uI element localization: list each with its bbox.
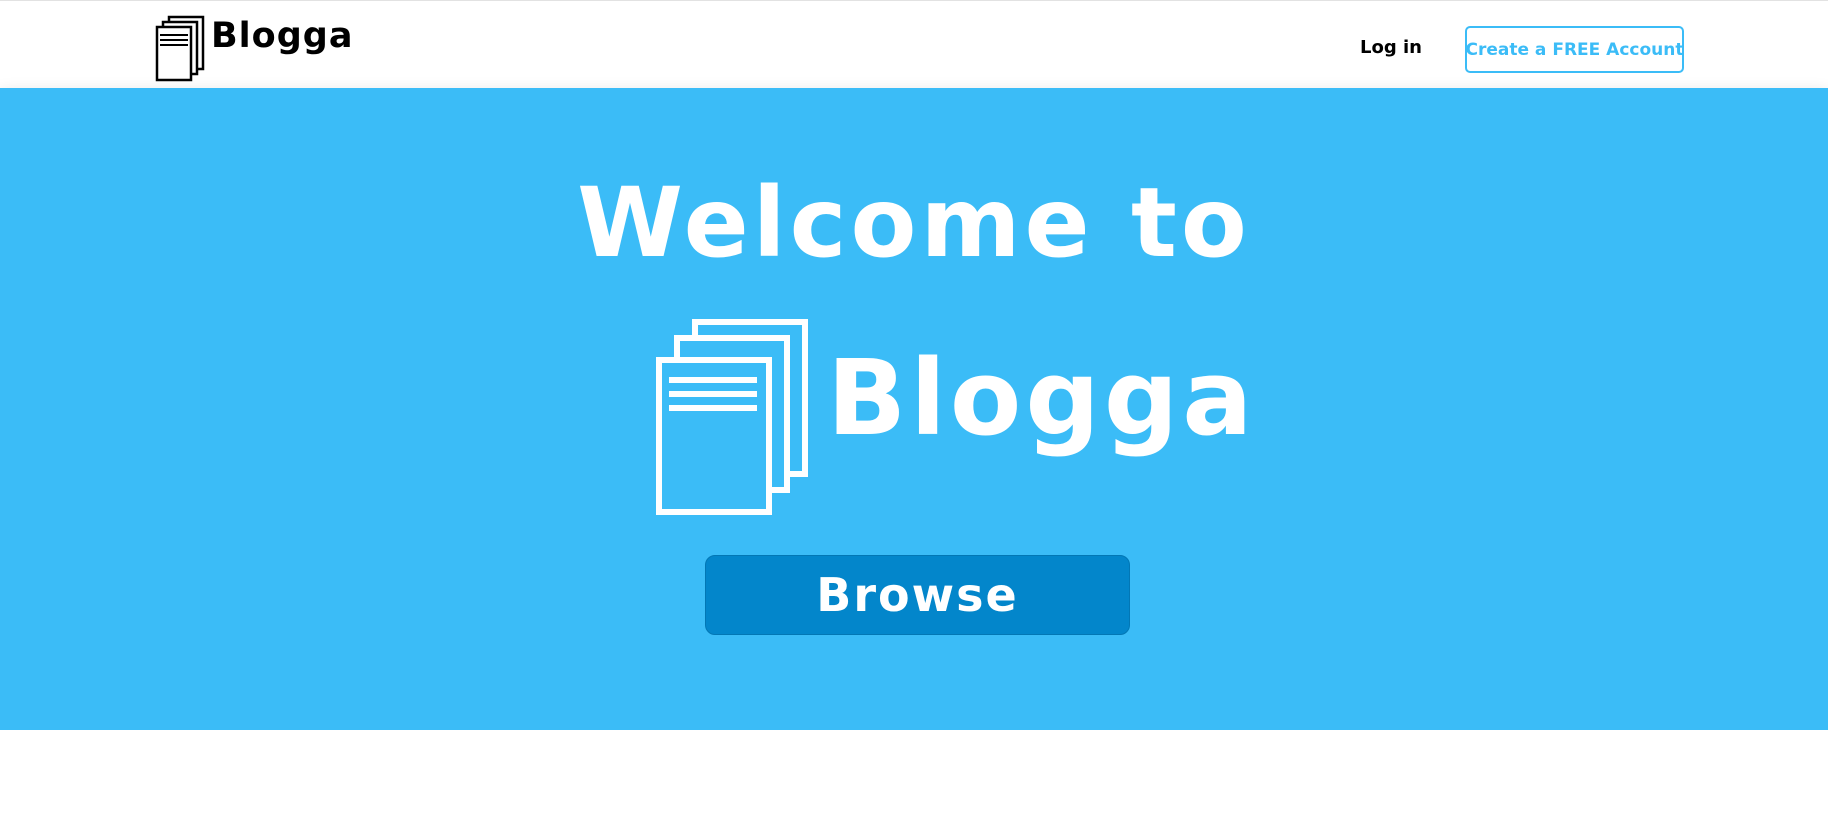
- hero-banner: Welcome to Blogga Browse: [0, 88, 1828, 730]
- stacked-documents-icon: [155, 15, 205, 82]
- brand-name: Blogga: [211, 16, 354, 56]
- content-area: [0, 730, 1828, 825]
- hero-brand-name: Blogga: [827, 337, 1257, 459]
- create-account-button[interactable]: Create a FREE Account: [1465, 26, 1684, 73]
- brand-home-link[interactable]: Blogga: [155, 15, 353, 85]
- stacked-documents-icon: [656, 319, 808, 515]
- top-navbar: Blogga Log in Create a FREE Account: [0, 0, 1828, 88]
- login-link[interactable]: Log in: [1360, 37, 1422, 59]
- hero-welcome-heading: Welcome to: [577, 167, 1251, 279]
- page: Blogga Log in Create a FREE Account Welc…: [0, 0, 1828, 825]
- hero-logo: Blogga: [655, 318, 1256, 518]
- browse-button[interactable]: Browse: [705, 555, 1130, 635]
